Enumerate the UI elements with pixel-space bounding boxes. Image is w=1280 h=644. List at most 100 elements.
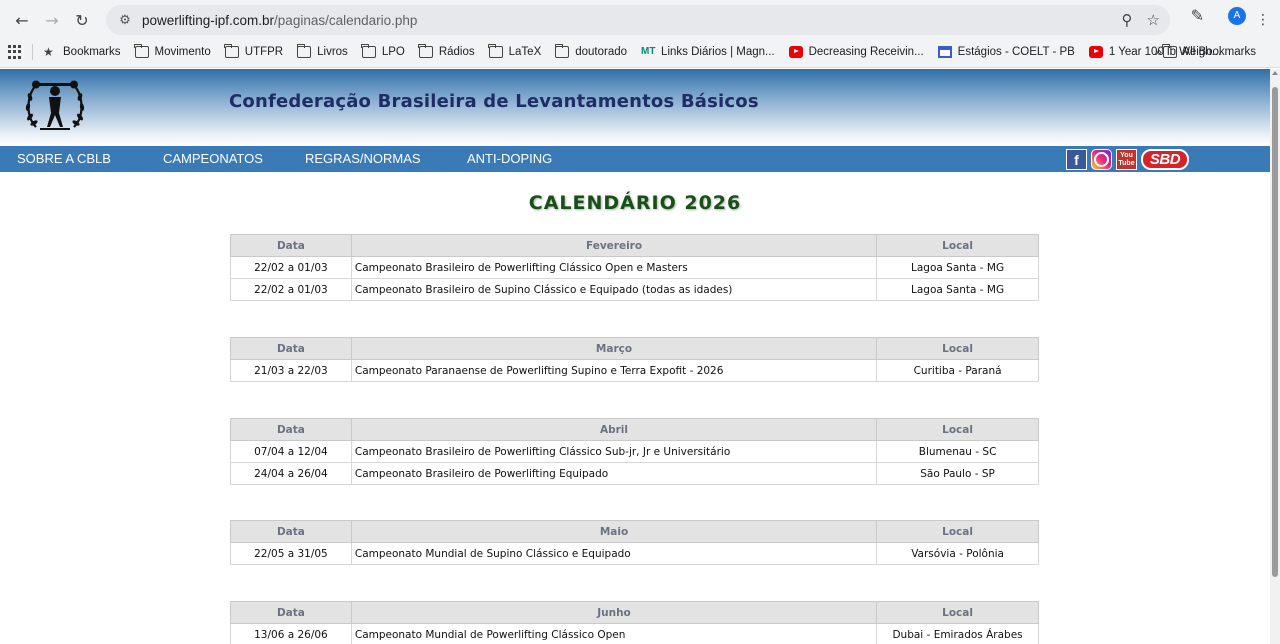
event-local: Lagoa Santa - MG <box>876 256 1039 279</box>
event-date: 22/02 a 01/03 <box>230 278 352 301</box>
event-name: Campeonato Brasileiro de Powerlifting Eq… <box>350 462 878 485</box>
event-local: Varsóvia - Polônia <box>876 542 1039 565</box>
date-header: Data <box>230 337 352 360</box>
bookmark-item[interactable]: Decreasing Receivin... <box>788 46 924 58</box>
month-header: Abril <box>350 418 878 441</box>
event-local: Curitiba - Paraná <box>876 359 1039 382</box>
event-local: Dubai - Emirados Árabes <box>876 623 1039 644</box>
month-header: Maio <box>350 520 878 543</box>
youtube-icon[interactable]: You Tube <box>1116 149 1137 170</box>
table-row: 13/06 a 26/06 Campeonato Mundial de Powe… <box>230 623 1039 644</box>
folder-icon <box>296 44 312 58</box>
folder-icon <box>554 44 570 58</box>
event-local: Lagoa Santa - MG <box>876 278 1039 301</box>
menu-item-regras[interactable]: REGRAS/NORMAS <box>305 146 421 172</box>
table-row: 22/02 a 01/03 Campeonato Brasileiro de P… <box>230 256 1039 279</box>
month-header: Fevereiro <box>350 234 878 257</box>
cblb-laurel-logo-icon[interactable] <box>22 77 88 135</box>
bookmark-item[interactable]: Movimento <box>134 44 211 58</box>
calendar-icon <box>937 46 952 58</box>
back-icon[interactable]: ← <box>8 6 36 34</box>
reload-icon[interactable]: ↻ <box>68 6 96 34</box>
bookmark-item[interactable]: LaTeX <box>488 44 541 58</box>
scroll-up-icon[interactable] <box>1272 71 1278 75</box>
menu-item-sobre[interactable]: SOBRE A CBLB <box>17 146 111 172</box>
month-table-abril: Data Abril Local 07/04 a 12/04 Campeonat… <box>230 418 1039 485</box>
date-header: Data <box>230 234 352 257</box>
youtube-icon <box>1088 46 1103 58</box>
bookmark-item[interactable]: LPO <box>361 44 405 58</box>
bookmark-star-icon[interactable]: ☆ <box>1147 11 1160 29</box>
table-header-row: Data Maio Local <box>230 520 1039 543</box>
event-name: Campeonato Brasileiro de Powerlifting Cl… <box>350 440 878 463</box>
url-path: /paginas/calendario.php <box>274 12 418 28</box>
bookmark-item[interactable]: Estágios - COELT - PB <box>937 46 1075 58</box>
instagram-icon[interactable] <box>1091 149 1112 170</box>
event-date: 22/02 a 01/03 <box>230 256 352 279</box>
month-header: Março <box>350 337 878 360</box>
page-scrollbar[interactable] <box>1270 69 1280 644</box>
site-info-icon[interactable]: ⚙ <box>116 11 134 29</box>
forward-icon[interactable]: → <box>38 6 66 34</box>
bookmark-item[interactable]: ★ Bookmarks <box>43 46 121 58</box>
folder-icon <box>418 44 433 58</box>
event-date: 07/04 a 12/04 <box>230 440 352 463</box>
bookmark-label: LPO <box>381 46 405 58</box>
social-links: f You Tube SBD <box>1066 149 1189 170</box>
folder-icon <box>361 44 376 58</box>
main-menu: SOBRE A CBLB CAMPEONATOS REGRAS/NORMAS A… <box>0 146 1270 172</box>
bookmark-label: Decreasing Receivin... <box>808 46 924 58</box>
page-title: CALENDÁRIO 2026 <box>528 192 742 214</box>
event-date: 22/05 a 31/05 <box>230 542 352 565</box>
bookmark-label: UTFPR <box>244 46 284 58</box>
scrollbar-thumb[interactable] <box>1272 87 1278 577</box>
browser-toolbar: ← → ↻ ⚙ powerlifting-ipf.com.br/paginas/… <box>0 0 1280 40</box>
youtube-icon <box>788 46 803 58</box>
event-date: 21/03 a 22/03 <box>230 359 352 382</box>
folder-icon <box>134 44 149 58</box>
all-bookmarks-button[interactable]: All Bookmarks <box>1162 40 1257 64</box>
apps-grid-icon[interactable] <box>8 45 22 59</box>
menu-item-campeonatos[interactable]: CAMPEONATOS <box>163 146 263 172</box>
table-header-row: Data Junho Local <box>230 601 1039 624</box>
local-header: Local <box>876 337 1039 360</box>
menu-kebab-icon[interactable]: ⋮ <box>1256 12 1270 28</box>
page-viewport: Confederação Brasileira de Levantamentos… <box>0 69 1270 644</box>
avatar[interactable]: A <box>1228 6 1246 25</box>
url-text[interactable]: powerlifting-ipf.com.br/paginas/calendar… <box>142 13 417 28</box>
youtube-label-bottom: Tube <box>1118 159 1135 167</box>
bookmark-item[interactable]: UTFPR <box>224 44 284 58</box>
site-title: Confederação Brasileira de Levantamentos… <box>229 91 759 112</box>
date-header: Data <box>230 520 352 543</box>
site-header: Confederação Brasileira de Levantamentos… <box>0 69 1270 146</box>
month-header: Junho <box>350 601 878 624</box>
local-header: Local <box>876 418 1039 441</box>
all-bookmarks-label: All Bookmarks <box>1182 46 1257 58</box>
menu-item-antidoping[interactable]: ANTI-DOPING <box>467 146 552 172</box>
table-row: 22/05 a 31/05 Campeonato Mundial de Supi… <box>230 542 1039 565</box>
sbd-logo-icon[interactable]: SBD <box>1141 149 1189 170</box>
event-local: São Paulo - SP <box>876 462 1039 485</box>
bookmark-label: doutorado <box>575 46 628 58</box>
month-table-fevereiro: Data Fevereiro Local 22/02 a 01/03 Campe… <box>230 234 1039 301</box>
address-bar[interactable]: ⚙ powerlifting-ipf.com.br/paginas/calend… <box>106 5 1170 35</box>
bookmark-item[interactable]: Rádios <box>418 44 475 58</box>
month-table-junho: Data Junho Local 13/06 a 26/06 Campeonat… <box>230 601 1039 644</box>
youtube-label-top: You <box>1120 151 1133 159</box>
event-date: 13/06 a 26/06 <box>230 623 352 644</box>
event-name: Campeonato Brasileiro de Supino Clássico… <box>350 278 878 301</box>
url-host: powerlifting-ipf.com.br <box>142 12 275 28</box>
table-row: 07/04 a 12/04 Campeonato Brasileiro de P… <box>230 440 1039 463</box>
bookmark-item[interactable]: Livros <box>296 44 348 58</box>
month-table-maio: Data Maio Local 22/05 a 31/05 Campeonato… <box>230 520 1039 565</box>
local-header: Local <box>876 520 1039 543</box>
zoom-icon[interactable]: ⚲ <box>1122 11 1133 29</box>
chevron-more-icon[interactable]: » <box>1155 44 1162 59</box>
bookmark-item[interactable]: MT Links Diários | Magn... <box>641 46 775 58</box>
extensions-icon[interactable]: ✎ <box>1191 6 1204 25</box>
folder-icon <box>224 44 239 58</box>
bookmark-label: Rádios <box>438 46 475 58</box>
bookmark-item[interactable]: doutorado <box>554 44 628 58</box>
facebook-icon[interactable]: f <box>1066 149 1087 170</box>
table-header-row: Data Março Local <box>230 337 1039 360</box>
